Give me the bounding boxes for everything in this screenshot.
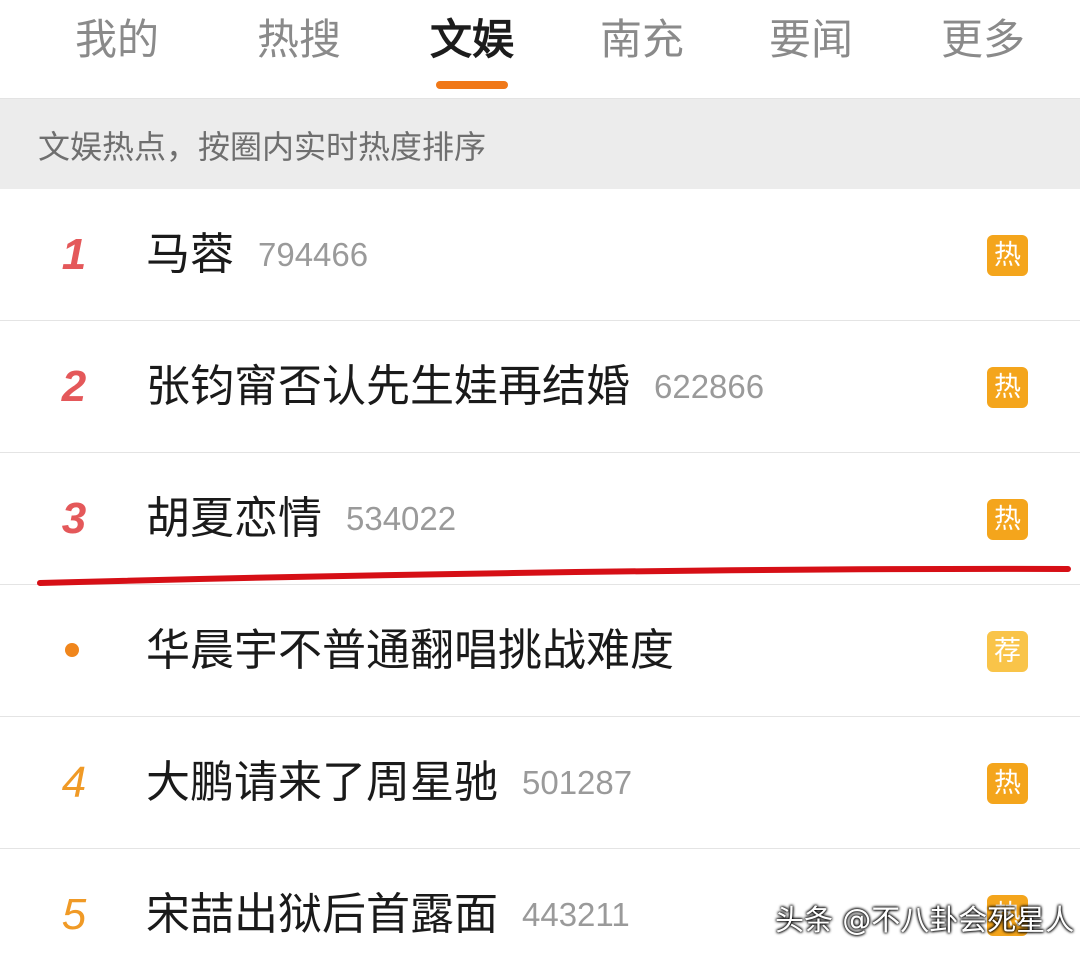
hot-badge-icon: 热 (987, 235, 1028, 276)
item-content: 华晨宇不普通翻唱挑战难度 (146, 621, 674, 681)
category-tab-bar: 我的 热搜 文娱 南充 要闻 更多 (0, 0, 1080, 98)
rank-number: 1 (61, 230, 87, 279)
item-title: 大鹏请来了周星驰 (146, 757, 498, 808)
tab-headlines[interactable]: 要闻 (751, 8, 871, 72)
hot-badge-icon: 热 (987, 763, 1028, 804)
item-title: 胡夏恋情 (146, 493, 322, 544)
item-content: 大鹏请来了周星驰 501287 (146, 753, 632, 813)
list-item[interactable]: 4 大鹏请来了周星驰 501287 热 (0, 717, 1080, 849)
item-content: 胡夏恋情 534022 (146, 489, 456, 549)
item-title: 宋喆出狱后首露面 (146, 889, 498, 940)
tab-hot-search[interactable]: 热搜 (239, 8, 359, 72)
source-watermark: 头条 @不八卦会死星人 (775, 903, 1075, 937)
hot-list: 1 马蓉 794466 热 2 张钧甯否认先生娃再结婚 622866 热 3 胡夏恋… (0, 189, 1080, 960)
hot-badge-icon: 热 (987, 499, 1028, 540)
item-title: 华晨宇不普通翻唱挑战难度 (146, 625, 674, 676)
tab-entertainment[interactable]: 文娱 (412, 8, 532, 72)
item-content: 张钧甯否认先生娃再结婚 622866 (146, 357, 764, 417)
dot-icon (65, 643, 79, 657)
tab-mine[interactable]: 我的 (57, 8, 177, 72)
item-title: 张钧甯否认先生娃再结婚 (146, 361, 630, 412)
item-title: 马蓉 (146, 229, 234, 280)
recommend-badge-icon: 荐 (987, 631, 1028, 672)
item-heat-count: 534022 (346, 500, 457, 537)
list-item[interactable]: 2 张钧甯否认先生娃再结婚 622866 热 (0, 321, 1080, 453)
active-tab-indicator (436, 81, 508, 89)
rank-number: 4 (61, 758, 87, 807)
item-content: 马蓉 794466 (146, 225, 368, 285)
category-description-bar: 文娱热点，按圈内实时热度排序 (0, 98, 1080, 189)
item-heat-count: 501287 (522, 764, 633, 801)
tab-nanchong[interactable]: 南充 (582, 8, 702, 72)
rank-number: 3 (61, 494, 87, 543)
rank-number: 5 (61, 890, 87, 939)
item-content: 宋喆出狱后首露面 443211 (146, 885, 630, 945)
item-heat-count: 794466 (258, 236, 369, 273)
hot-search-page: 我的 热搜 文娱 南充 要闻 更多 文娱热点，按圈内实时热度排序 1 马蓉 794… (0, 0, 1080, 960)
category-description: 文娱热点，按圈内实时热度排序 (38, 128, 487, 166)
rank-number: 2 (61, 362, 87, 411)
list-item[interactable]: 1 马蓉 794466 热 (0, 189, 1080, 321)
list-item[interactable]: 华晨宇不普通翻唱挑战难度 荐 (0, 585, 1080, 717)
hot-badge-icon: 热 (987, 367, 1028, 408)
item-heat-count: 443211 (522, 896, 630, 933)
tab-more[interactable]: 更多 (923, 8, 1043, 72)
list-item[interactable]: 3 胡夏恋情 534022 热 (0, 453, 1080, 585)
item-heat-count: 622866 (654, 368, 765, 405)
